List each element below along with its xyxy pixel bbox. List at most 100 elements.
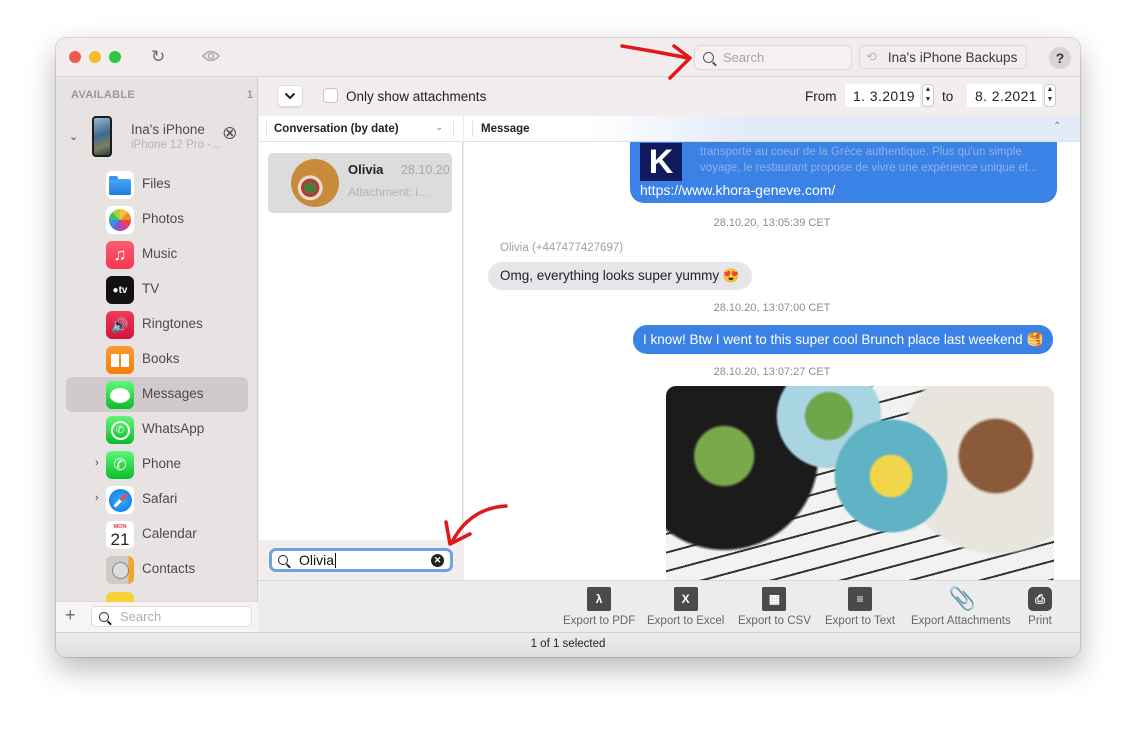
from-date-field[interactable]: 1. 3.2019: [845, 84, 920, 107]
sidebar-item-tv[interactable]: ●tv TV: [56, 272, 258, 307]
photos-icon: [106, 206, 134, 234]
message-column-header[interactable]: Message ⌃: [464, 116, 1080, 142]
chevron-right-icon[interactable]: ›: [95, 492, 99, 504]
conversation-column-header[interactable]: Conversation (by date) ⌄: [259, 116, 463, 142]
calendar-icon: MON 21: [106, 521, 134, 549]
device-count: 1: [246, 89, 253, 101]
to-date-stepper[interactable]: ▲ ▼: [1044, 84, 1056, 107]
conversation-item[interactable]: Olivia 28.10.20 Attachment: i...: [268, 153, 452, 213]
print-button[interactable]: ⎙ Print: [1028, 587, 1052, 627]
help-button[interactable]: ?: [1049, 47, 1071, 69]
sidebar-item-contacts[interactable]: Contacts: [56, 552, 258, 587]
sidebar-item-label: Photos: [142, 211, 185, 226]
link-preview-url[interactable]: https://www.khora-geneve.com/: [640, 182, 835, 198]
add-button[interactable]: +: [65, 605, 76, 626]
conversation-search-value: Olivia: [299, 552, 335, 568]
search-icon: [99, 611, 109, 622]
export-attachments-label: Export Attachments: [911, 615, 1011, 627]
export-attachments-button[interactable]: 📎 Export Attachments: [911, 586, 1011, 628]
conversation-panel: Conversation (by date) ⌄ Olivia 28.10.20…: [259, 116, 463, 580]
chevron-down-icon[interactable]: ⌄: [69, 130, 78, 143]
title-bar: ↻ Search ⟲ Ina's iPhone Backups ?: [56, 38, 1080, 77]
export-text-button[interactable]: ≡ Export to Text: [825, 587, 895, 627]
sidebar-item-safari[interactable]: › Safari: [56, 482, 258, 517]
sidebar-item-files[interactable]: Files: [56, 167, 258, 202]
export-excel-button[interactable]: X Export to Excel: [647, 587, 724, 627]
conversation-date: 28.10.20: [401, 163, 450, 177]
export-pdf-button[interactable]: λ Export to PDF: [563, 587, 635, 627]
ringtones-icon: 🔊: [106, 311, 134, 339]
export-csv-button[interactable]: ▦ Export to CSV: [738, 587, 811, 627]
sort-chevron-icon[interactable]: ⌄: [435, 122, 443, 133]
history-icon: ⟲: [866, 49, 877, 64]
eye-icon[interactable]: [202, 47, 220, 67]
chevron-right-icon[interactable]: ›: [95, 457, 99, 469]
sidebar-item-label: Safari: [142, 491, 178, 506]
sort-chevron-up-icon[interactable]: ⌃: [1053, 121, 1061, 132]
sidebar-item-photos[interactable]: Photos: [56, 202, 258, 237]
safari-icon: [106, 486, 134, 514]
whatsapp-icon: ✆: [106, 416, 134, 444]
sidebar-item-label: Messages: [142, 386, 204, 401]
notes-icon: [106, 592, 134, 602]
sidebar-item-label: Calendar: [142, 526, 197, 541]
sidebar-item-whatsapp[interactable]: ✆ WhatsApp: [56, 412, 258, 447]
conversation-preview: Attachment: i...: [348, 185, 429, 199]
to-date-field[interactable]: 8. 2.2021: [967, 84, 1042, 107]
export-toolbar: λ Export to PDF X Export to Excel ▦ Expo…: [259, 580, 1080, 632]
reload-icon[interactable]: ↻: [151, 47, 165, 67]
avatar: [291, 159, 339, 207]
sidebar-item-music[interactable]: ♫ Music: [56, 237, 258, 272]
files-icon: [106, 171, 134, 199]
column-divider: [453, 121, 454, 137]
backups-button-label: Ina's iPhone Backups: [887, 49, 1018, 65]
sidebar-item-label: Files: [142, 176, 171, 191]
minimize-window-button[interactable]: [89, 51, 101, 63]
column-divider: [266, 121, 267, 137]
sidebar-search-input[interactable]: Search: [91, 606, 252, 627]
sidebar-item-calendar[interactable]: MON 21 Calendar: [56, 517, 258, 552]
conversation-search-area: Olivia ✕: [259, 540, 463, 580]
pdf-icon: λ: [587, 587, 612, 611]
zoom-window-button[interactable]: [109, 51, 121, 63]
sidebar-item-label: WhatsApp: [142, 421, 205, 436]
options-dropdown-button[interactable]: [277, 85, 303, 107]
clear-search-icon[interactable]: ✕: [431, 554, 444, 567]
sidebar-section-header: AVAILABLE: [71, 89, 136, 101]
search-icon: [278, 555, 288, 565]
paperclip-icon: 📎: [948, 586, 977, 611]
iphone-icon: [92, 116, 112, 157]
message-panel: Message ⌃ K transporte au coeur de la Gr…: [464, 116, 1080, 580]
export-csv-label: Export to CSV: [738, 615, 811, 627]
sidebar-item-ringtones[interactable]: 🔊 Ringtones: [56, 307, 258, 342]
calendar-day: 21: [110, 529, 130, 549]
sidebar-item-books[interactable]: Books: [56, 342, 258, 377]
backups-button[interactable]: ⟲ Ina's iPhone Backups: [859, 45, 1027, 69]
sidebar-item-phone[interactable]: › ✆ Phone: [56, 447, 258, 482]
only-attachments-checkbox[interactable]: [323, 88, 338, 103]
app-window: ↻ Search ⟲ Ina's iPhone Backups ? AVAILA…: [56, 38, 1080, 657]
tv-icon: ●tv: [106, 276, 134, 304]
filter-toolbar: Only show attachments From 1. 3.2019 ▲ ▼ …: [259, 78, 1080, 116]
printer-icon: ⎙: [1028, 587, 1052, 611]
sidebar-item-messages[interactable]: Messages: [56, 377, 258, 412]
device-model: iPhone 12 Pro -...: [131, 139, 221, 151]
from-label: From: [805, 89, 837, 104]
incoming-message-bubble: Omg, everything looks super yummy 😍: [488, 262, 752, 290]
global-search-input[interactable]: Search: [694, 45, 852, 70]
conversation-search-input[interactable]: Olivia ✕: [269, 548, 453, 572]
message-timestamp: 28.10.20, 13:07:00 CET: [713, 302, 831, 314]
close-window-button[interactable]: [69, 51, 81, 63]
sidebar-item-label: Contacts: [142, 561, 196, 576]
from-date-stepper[interactable]: ▲ ▼: [922, 84, 934, 107]
photo-attachment[interactable]: [666, 386, 1054, 580]
print-label: Print: [1028, 615, 1052, 627]
sidebar: AVAILABLE 1 ⌄ Ina's iPhone iPhone 12 Pro…: [56, 78, 258, 632]
export-text-label: Export to Text: [825, 615, 896, 627]
device-name: Ina's iPhone: [131, 122, 205, 137]
messages-icon: [106, 381, 134, 409]
export-excel-label: Export to Excel: [647, 615, 725, 627]
device-item[interactable]: ⌄ Ina's iPhone iPhone 12 Pro -... ⮿: [56, 114, 258, 160]
sidebar-footer: + Search: [56, 592, 258, 632]
message-sender: Olivia (+447477427697): [500, 242, 624, 254]
